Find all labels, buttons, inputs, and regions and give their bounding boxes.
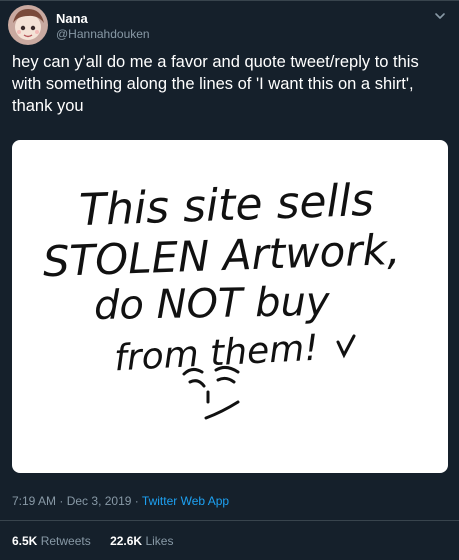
tweet-date[interactable]: Dec 3, 2019 (67, 494, 132, 508)
retweets-label: Retweets (40, 534, 91, 548)
retweets-stat[interactable]: 6.5K Retweets (12, 534, 94, 548)
tweet-image[interactable]: This site sells STOLEN Artwork, do NOT b… (12, 140, 448, 473)
tweet-text: hey can y'all do me a favor and quote tw… (12, 53, 419, 115)
image-text-line-3: do NOT buy (94, 279, 332, 329)
meta-separator: · (59, 494, 64, 508)
tweet-time[interactable]: 7:19 AM (12, 494, 56, 508)
chevron-down-icon[interactable] (433, 9, 447, 23)
avatar[interactable] (8, 5, 48, 45)
likes-stat[interactable]: 22.6K Likes (110, 534, 173, 548)
likes-label: Likes (145, 534, 174, 548)
author-handle[interactable]: @Hannahdouken (56, 27, 150, 41)
avatar-image (8, 5, 48, 45)
retweets-count: 6.5K (12, 534, 38, 548)
likes-count: 22.6K (110, 534, 143, 548)
image-text-line-4: from them! (113, 328, 319, 380)
tweet-source[interactable]: Twitter Web App (142, 494, 229, 508)
divider (0, 520, 459, 521)
tweet-meta: 7:19 AM · Dec 3, 2019 · Twitter Web App (12, 494, 229, 508)
tweet-stats: 6.5K Retweets 22.6K Likes (12, 534, 189, 548)
heart-doodle (336, 334, 356, 359)
meta-separator: · (134, 494, 139, 508)
author-display-name[interactable]: Nana (56, 11, 88, 26)
tweet-card: Nana @Hannahdouken hey can y'all do me a… (0, 0, 459, 560)
